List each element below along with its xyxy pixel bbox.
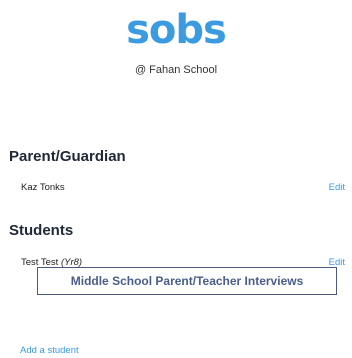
sobs-logo: sobs bbox=[126, 7, 227, 53]
students-heading: Students bbox=[9, 222, 74, 239]
parent-name: Kaz Tonks bbox=[21, 182, 65, 193]
add-student-link[interactable]: Add a student bbox=[20, 345, 79, 357]
interviews-button[interactable]: Middle School Parent/Teacher Interviews bbox=[37, 267, 337, 295]
school-label: @ Fahan School bbox=[134, 64, 218, 76]
edit-parent-link[interactable]: Edit bbox=[329, 182, 345, 194]
parent-guardian-heading: Parent/Guardian bbox=[9, 148, 126, 165]
